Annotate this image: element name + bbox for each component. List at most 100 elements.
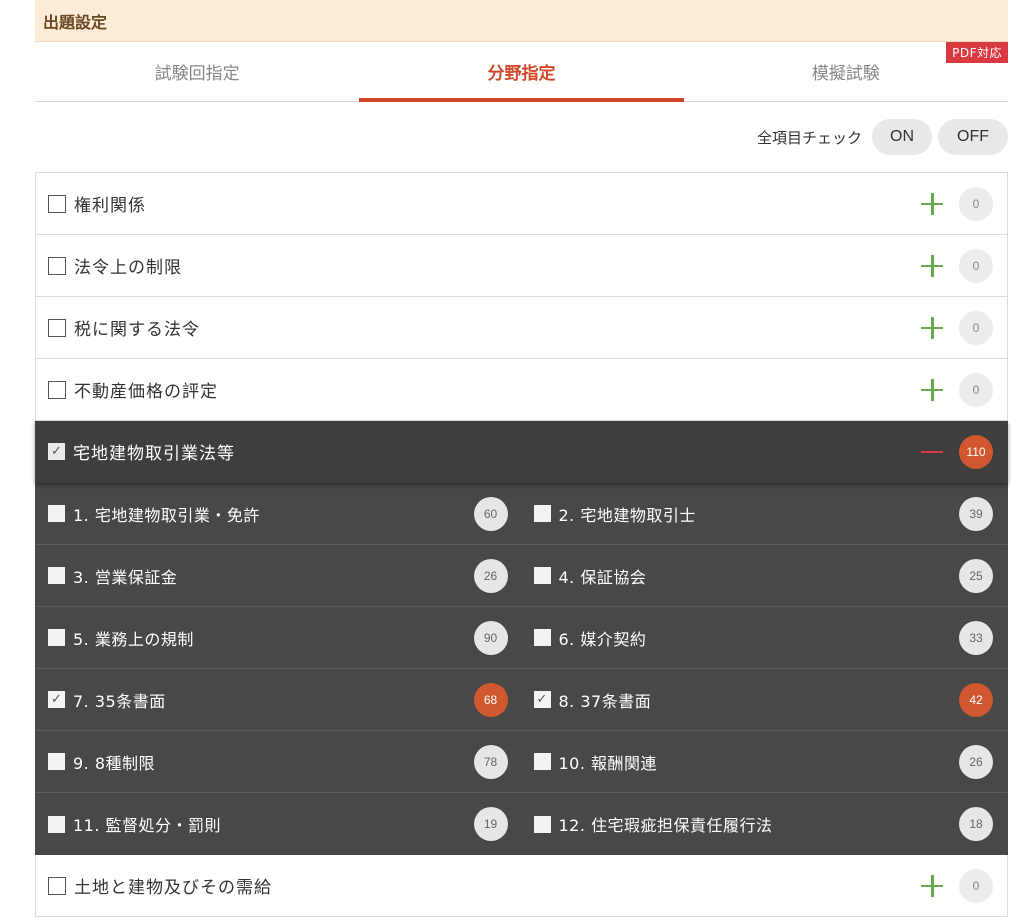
expand-plus-icon[interactable] [917,251,947,281]
subcategory-item[interactable]: 10. 報酬関連 26 [522,731,1008,792]
pdf-badge: PDF対応 [946,42,1008,63]
category-list: 権利関係 0 法令上の制限 0 税に関する法令 0 不動産価格の評定 0 ✓ 宅… [35,172,1008,917]
check-icon: ✓ [536,692,548,707]
question-count: 110 [959,434,993,469]
subcategory-label: 3. 営業保証金 [73,567,178,587]
check-all-bar: 全項目チェック ON OFF [35,102,1008,172]
question-count: 19 [473,807,508,841]
category-row[interactable]: 土地と建物及びその需給 0 [35,855,1008,917]
checkbox[interactable] [533,815,551,833]
question-count: 18 [959,807,993,841]
question-count: 0 [959,186,993,221]
subcategory-label: 5. 業務上の規制 [73,629,194,649]
subcategory-label: 12. 住宅瑕疵担保責任履行法 [558,816,773,835]
category-name: 宅地建物取引業法等 [73,444,235,464]
checkbox[interactable] [48,629,65,646]
checkbox[interactable] [48,194,66,213]
checkbox[interactable] [533,753,551,770]
expand-plus-icon[interactable] [917,189,947,219]
expand-plus-icon[interactable] [917,313,947,343]
checkbox-checked[interactable]: ✓ [48,443,65,460]
subcategory-label: 11. 監督処分・罰則 [73,816,222,835]
check-all-label: 全項目チェック [756,128,862,147]
question-count: 78 [473,744,508,779]
category-name: 税に関する法令 [74,320,200,340]
checkbox[interactable] [48,318,66,337]
question-count: 0 [959,310,993,345]
subcategory-row: 1. 宅地建物取引業・免許 60 2. 宅地建物取引士 39 [36,483,1007,545]
subcategory-item[interactable]: 2. 宅地建物取引士 39 [522,483,1008,544]
subcategory-item[interactable]: 3. 営業保証金 26 [36,545,522,606]
subcategory-item[interactable]: ✓ 8. 37条書面 42 [522,669,1008,730]
checkbox[interactable] [48,380,66,399]
question-count: 33 [959,620,993,655]
checkbox-checked[interactable]: ✓ [48,691,65,708]
checkbox-checked[interactable]: ✓ [533,691,551,708]
question-count: 25 [959,558,993,593]
subcategory-label: 2. 宅地建物取引士 [558,505,696,525]
checkbox[interactable] [48,876,66,895]
checkbox[interactable] [533,567,551,584]
category-row[interactable]: 税に関する法令 0 [35,297,1008,359]
checkbox[interactable] [48,505,65,522]
question-count: 0 [959,248,993,283]
settings-header: 出題設定 [35,0,1008,42]
question-count: 68 [473,682,508,717]
category-row[interactable]: 権利関係 0 [35,173,1008,235]
check-icon: ✓ [51,692,62,707]
checkbox[interactable] [48,815,65,833]
question-count: 42 [959,682,993,717]
subcategory-item[interactable]: 1. 宅地建物取引業・免許 60 [36,483,522,544]
checkbox[interactable] [533,629,551,646]
question-count: 39 [959,496,993,531]
subcategory-item[interactable]: 12. 住宅瑕疵担保責任履行法 18 [522,793,1008,855]
question-count: 90 [473,620,508,655]
subcategory-row: ✓ 7. 35条書面 68 ✓ 8. 37条書面 42 [36,669,1007,731]
collapse-minus-icon[interactable] [917,437,947,467]
check-icon: ✓ [51,444,62,459]
subcategory-row: 9. 8種制限 78 10. 報酬関連 26 [36,731,1007,793]
category-row[interactable]: 法令上の制限 0 [35,235,1008,297]
category-row-expanded[interactable]: ✓ 宅地建物取引業法等 110 [35,421,1008,483]
subcategory-row: 11. 監督処分・罰則 19 12. 住宅瑕疵担保責任履行法 18 [36,793,1007,855]
subcategory-label: 10. 報酬関連 [558,753,658,773]
category-name: 土地と建物及びその需給 [74,878,272,898]
subcategory-row: 3. 営業保証金 26 4. 保証協会 25 [36,545,1007,607]
checkbox[interactable] [48,567,65,584]
tab-field[interactable]: 分野指定 [359,42,684,102]
subcategory-label: 6. 媒介契約 [558,629,647,649]
subcategory-label: 4. 保証協会 [558,567,647,587]
question-count: 0 [959,372,993,407]
category-name: 法令上の制限 [74,258,182,278]
question-count: 26 [959,744,993,779]
expand-plus-icon[interactable] [917,375,947,405]
mode-tabs: 試験回指定 分野指定 模擬試験 PDF対応 [35,42,1008,102]
subcategory-label: 1. 宅地建物取引業・免許 [73,505,260,525]
question-settings: 出題設定 試験回指定 分野指定 模擬試験 PDF対応 全項目チェック ON OF… [35,0,1008,917]
category-name: 権利関係 [74,196,146,216]
question-count: 26 [473,558,508,593]
question-count: 0 [959,868,993,903]
category-name: 不動産価格の評定 [74,382,218,402]
subcategory-item[interactable]: ✓ 7. 35条書面 68 [36,669,522,730]
tab-exam-session[interactable]: 試験回指定 [35,42,359,101]
checkbox[interactable] [48,256,66,275]
check-all-off-button[interactable]: OFF [938,119,1008,155]
checkbox[interactable] [48,753,65,770]
checkbox[interactable] [533,505,551,522]
subcategory-item[interactable]: 6. 媒介契約 33 [522,607,1008,668]
subcategory-label: 9. 8種制限 [73,753,156,773]
question-count: 60 [473,496,508,531]
category-row[interactable]: 不動産価格の評定 0 [35,359,1008,421]
subcategory-row: 5. 業務上の規制 90 6. 媒介契約 33 [36,607,1007,669]
subcategory-item[interactable]: 4. 保証協会 25 [522,545,1008,606]
subcategory-item[interactable]: 9. 8種制限 78 [36,731,522,792]
subcategory-item[interactable]: 5. 業務上の規制 90 [36,607,522,668]
expand-plus-icon[interactable] [917,871,947,901]
subcategory-label: 8. 37条書面 [558,691,652,711]
subcategory-item[interactable]: 11. 監督処分・罰則 19 [36,793,522,855]
subcategory-grid: 1. 宅地建物取引業・免許 60 2. 宅地建物取引士 39 3. 営業保証金 … [35,483,1008,855]
settings-title: 出題設定 [43,12,108,32]
check-all-on-button[interactable]: ON [872,119,932,155]
subcategory-label: 7. 35条書面 [73,691,166,711]
